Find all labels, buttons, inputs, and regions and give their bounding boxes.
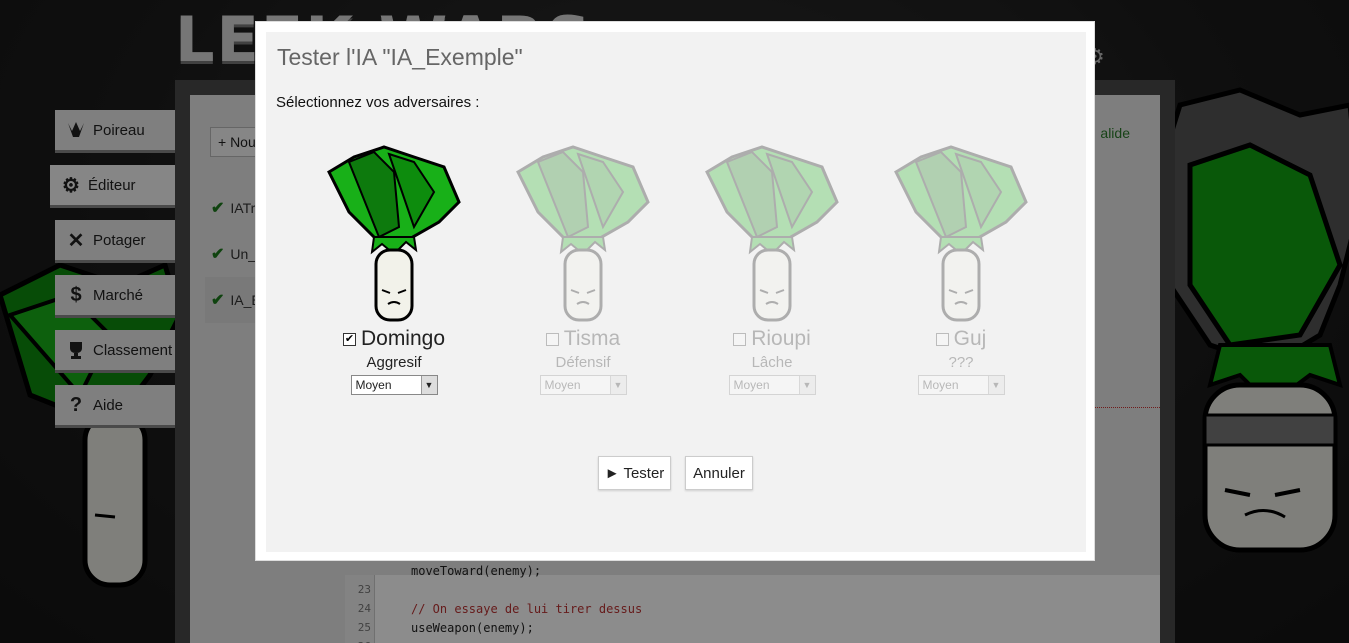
opponent-card[interactable]: Guj ??? Moyen ▼ bbox=[876, 142, 1046, 402]
opponent-type: Lâche bbox=[751, 354, 793, 371]
chevron-down-icon: ▼ bbox=[987, 376, 1004, 394]
opponent-card[interactable]: Tisma Défensif Moyen ▼ bbox=[498, 142, 668, 402]
opponent-type: Aggresif bbox=[366, 354, 422, 371]
test-ia-dialog: Tester l'IA "IA_Exemple" Sélectionnez vo… bbox=[255, 21, 1095, 561]
opponent-name: Guj bbox=[953, 327, 987, 350]
dialog-title: Tester l'IA "IA_Exemple" bbox=[277, 44, 523, 70]
opponent-checkbox[interactable] bbox=[935, 332, 949, 346]
opponent-level-select[interactable]: Moyen ▼ bbox=[350, 375, 438, 395]
opponent-level-select[interactable]: Moyen ▼ bbox=[917, 375, 1005, 395]
opponent-level-select[interactable]: Moyen ▼ bbox=[728, 375, 816, 395]
opponent-card[interactable]: Rioupi Lâche Moyen ▼ bbox=[687, 142, 857, 402]
opponent-card[interactable]: ✔ Domingo Aggresif Moyen ▼ bbox=[309, 142, 479, 402]
opponent-checkbox[interactable]: ✔ bbox=[342, 332, 356, 346]
opponent-type: Défensif bbox=[555, 354, 611, 371]
leek-avatar bbox=[705, 145, 839, 322]
opponent-name: Tisma bbox=[563, 327, 621, 350]
leek-avatar bbox=[327, 145, 461, 322]
cancel-button[interactable]: Annuler bbox=[685, 456, 753, 490]
opponent-type: ??? bbox=[948, 354, 974, 371]
dialog-subtitle: Sélectionnez vos adversaires : bbox=[276, 94, 480, 111]
leek-avatar bbox=[894, 145, 1028, 322]
opponent-checkbox[interactable] bbox=[545, 332, 559, 346]
opponent-name: Domingo bbox=[360, 327, 446, 350]
test-button[interactable]: ► Tester bbox=[598, 456, 671, 490]
chevron-down-icon: ▼ bbox=[420, 376, 437, 394]
chevron-down-icon: ▼ bbox=[798, 376, 815, 394]
leek-avatar bbox=[516, 145, 650, 322]
opponent-checkbox[interactable] bbox=[733, 332, 747, 346]
chevron-down-icon: ▼ bbox=[609, 376, 626, 394]
opponent-name: Rioupi bbox=[751, 327, 811, 350]
opponent-level-select[interactable]: Moyen ▼ bbox=[539, 375, 627, 395]
dialog-body: Tester l'IA "IA_Exemple" Sélectionnez vo… bbox=[266, 32, 1086, 552]
